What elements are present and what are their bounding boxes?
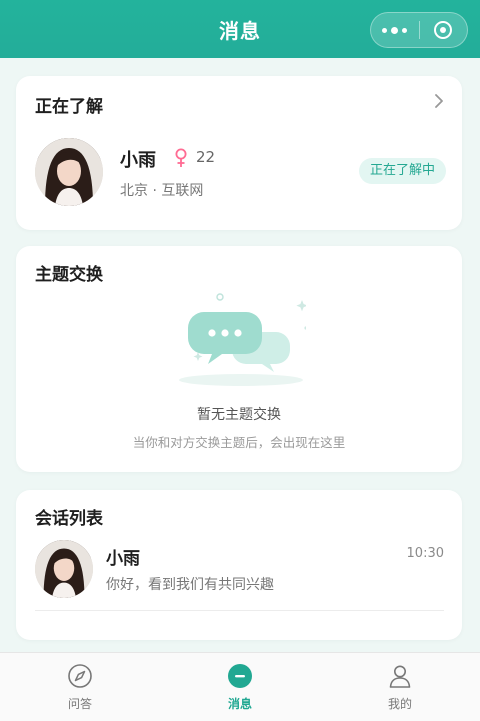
conversation-preview: 你好，看到我们有共同兴趣	[106, 577, 274, 593]
more-dots-icon	[382, 26, 408, 34]
user-icon	[389, 665, 411, 688]
tab-label-qa: 问答	[67, 697, 92, 711]
close-target-icon	[434, 21, 453, 39]
empty-chat-illustration	[179, 293, 306, 386]
female-icon	[175, 148, 187, 167]
tab-qa[interactable]: 问答	[0, 653, 160, 721]
page-title: 消息	[219, 18, 261, 43]
avatar[interactable]	[35, 540, 93, 598]
topic-exchange-title: 主题交换	[35, 265, 103, 285]
match-name: 小雨	[120, 150, 156, 171]
close-button[interactable]	[420, 13, 468, 47]
status-badge: 正在了解中	[358, 158, 446, 184]
avatar[interactable]	[35, 138, 103, 206]
more-button[interactable]	[371, 13, 419, 47]
tab-messages[interactable]: 消息	[160, 653, 320, 721]
mini-program-capsule	[370, 12, 468, 48]
navigation-bar: 消息	[0, 0, 480, 58]
tab-bar: 问答 消息 我的	[0, 652, 480, 721]
chevron-right-icon[interactable]	[432, 94, 446, 108]
tab-label-profile: 我的	[387, 697, 412, 711]
current-match-title: 正在了解	[35, 97, 103, 117]
compass-icon	[68, 664, 92, 688]
conversation-time: 10:30	[406, 546, 444, 561]
match-age: 22	[196, 148, 216, 166]
current-match-card[interactable]: 正在了解 小雨 22 北京 · 互联网 正在了解中	[16, 76, 462, 230]
conversation-list-title: 会话列表	[35, 509, 103, 529]
empty-state-subtitle: 当你和对方交换主题后，会出现在这里	[132, 435, 346, 450]
divider	[35, 610, 444, 611]
match-location-industry: 北京 · 互联网	[120, 183, 204, 199]
topic-exchange-card: 主题交换 暂无主题交换 当你和对方交换主题后，会出现在这里	[16, 246, 462, 472]
message-icon	[228, 664, 252, 688]
tab-label-messages: 消息	[227, 697, 252, 711]
conversation-name: 小雨	[106, 549, 140, 569]
empty-state-title: 暂无主题交换	[197, 407, 281, 423]
tab-profile[interactable]: 我的	[320, 653, 480, 721]
conversation-list-card: 会话列表 小雨 10:30 你好，看到我们有共同兴趣	[16, 490, 462, 640]
